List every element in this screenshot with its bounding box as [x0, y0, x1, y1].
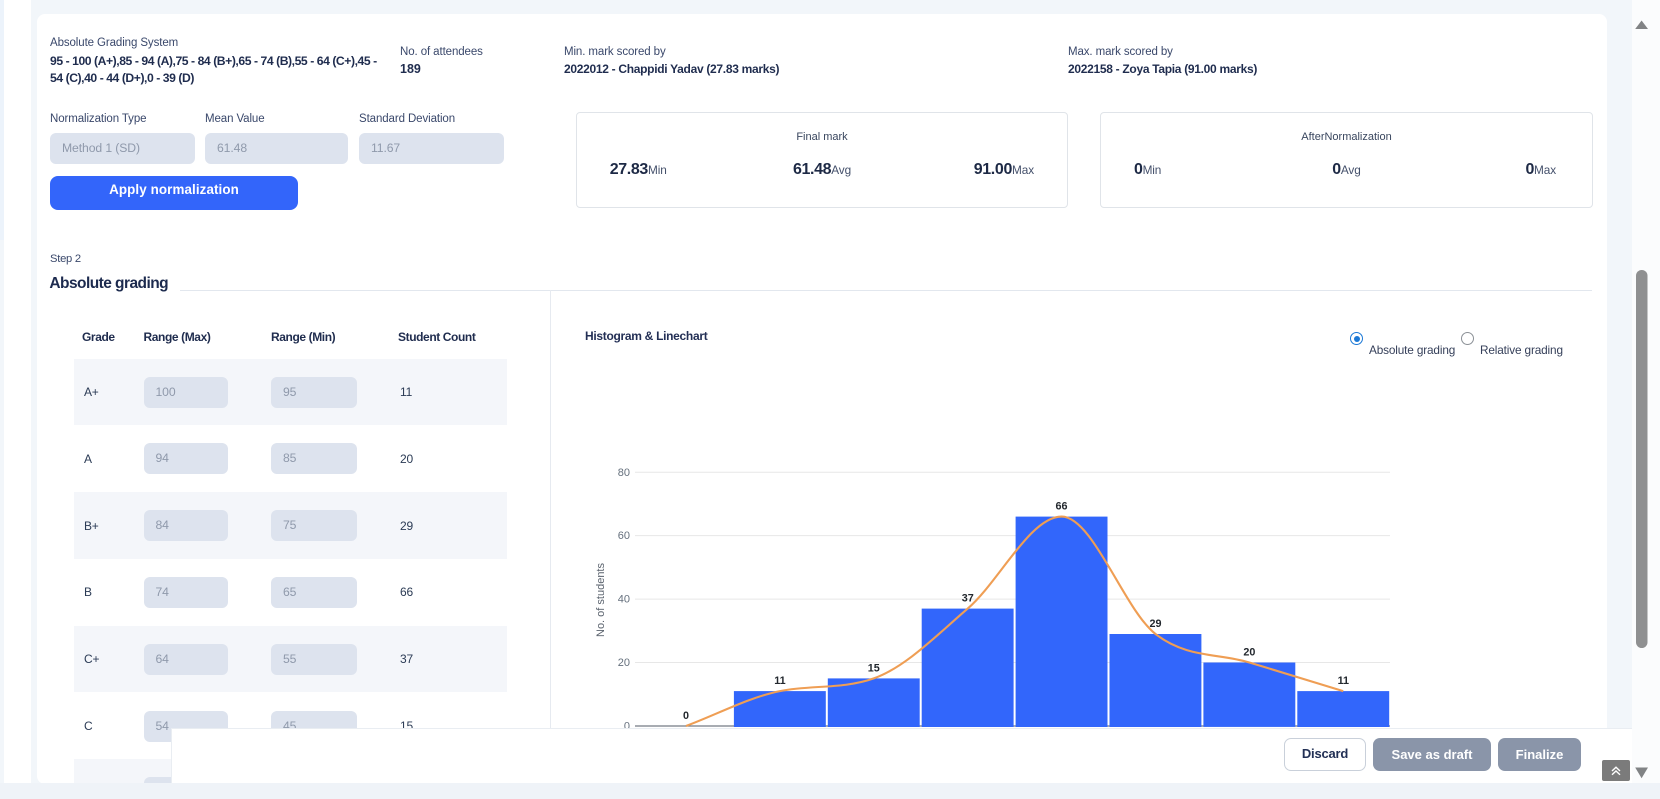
- svg-text:20: 20: [618, 657, 630, 669]
- svg-text:29: 29: [1149, 618, 1161, 630]
- svg-text:11: 11: [774, 675, 785, 687]
- svg-text:66: 66: [1055, 501, 1067, 513]
- svg-text:40: 40: [618, 594, 630, 606]
- svg-text:20: 20: [1243, 647, 1255, 659]
- svg-text:15: 15: [868, 662, 880, 674]
- svg-text:No. of students: No. of students: [595, 563, 607, 637]
- svg-text:60: 60: [618, 530, 630, 542]
- svg-text:37: 37: [962, 593, 974, 605]
- svg-text:80: 80: [618, 467, 630, 479]
- svg-text:0: 0: [683, 710, 689, 722]
- svg-text:11: 11: [1338, 675, 1349, 687]
